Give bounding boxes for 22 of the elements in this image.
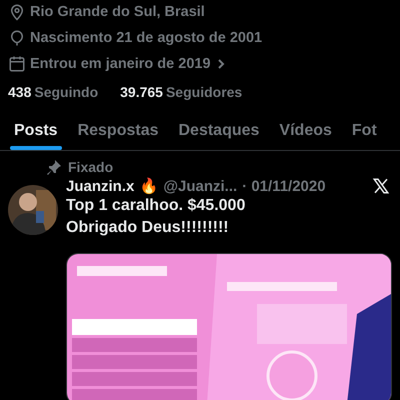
avatar[interactable] bbox=[8, 185, 58, 235]
profile-detail: Nascimento 21 de agosto de 2001 bbox=[30, 30, 262, 46]
fire-emoji: 🔥 bbox=[139, 177, 158, 195]
profile-tab[interactable]: Vídeos bbox=[279, 118, 332, 150]
profile-tab[interactable]: Destaques bbox=[178, 118, 260, 150]
profile-tab[interactable]: Respostas bbox=[78, 118, 158, 150]
author-handle[interactable]: @Juanzi... bbox=[163, 178, 238, 194]
x-logo-icon bbox=[372, 177, 390, 195]
profile-detail: Rio Grande do Sul, Brasil bbox=[30, 4, 205, 20]
follow-stat-link[interactable]: 438 Seguindo bbox=[8, 84, 98, 100]
post-text: Top 1 caralhoo. $45.000 bbox=[66, 196, 246, 216]
calendar-icon bbox=[8, 55, 26, 73]
location-pin-icon bbox=[8, 3, 26, 21]
pinned-label: Fixado bbox=[68, 159, 114, 175]
balloon-icon bbox=[8, 29, 26, 47]
profile-tab[interactable]: Fot bbox=[352, 118, 377, 150]
pin-icon bbox=[46, 159, 62, 175]
profile-detail: Entrou em janeiro de 2019 bbox=[30, 56, 211, 72]
post-date[interactable]: · 01/11/2020 bbox=[242, 178, 326, 194]
post-text: Obrigado Deus!!!!!!!!! bbox=[66, 218, 230, 238]
author-name[interactable]: Juanzin.x bbox=[66, 178, 134, 194]
follow-stat-link[interactable]: 39.765 Seguidores bbox=[120, 84, 242, 100]
